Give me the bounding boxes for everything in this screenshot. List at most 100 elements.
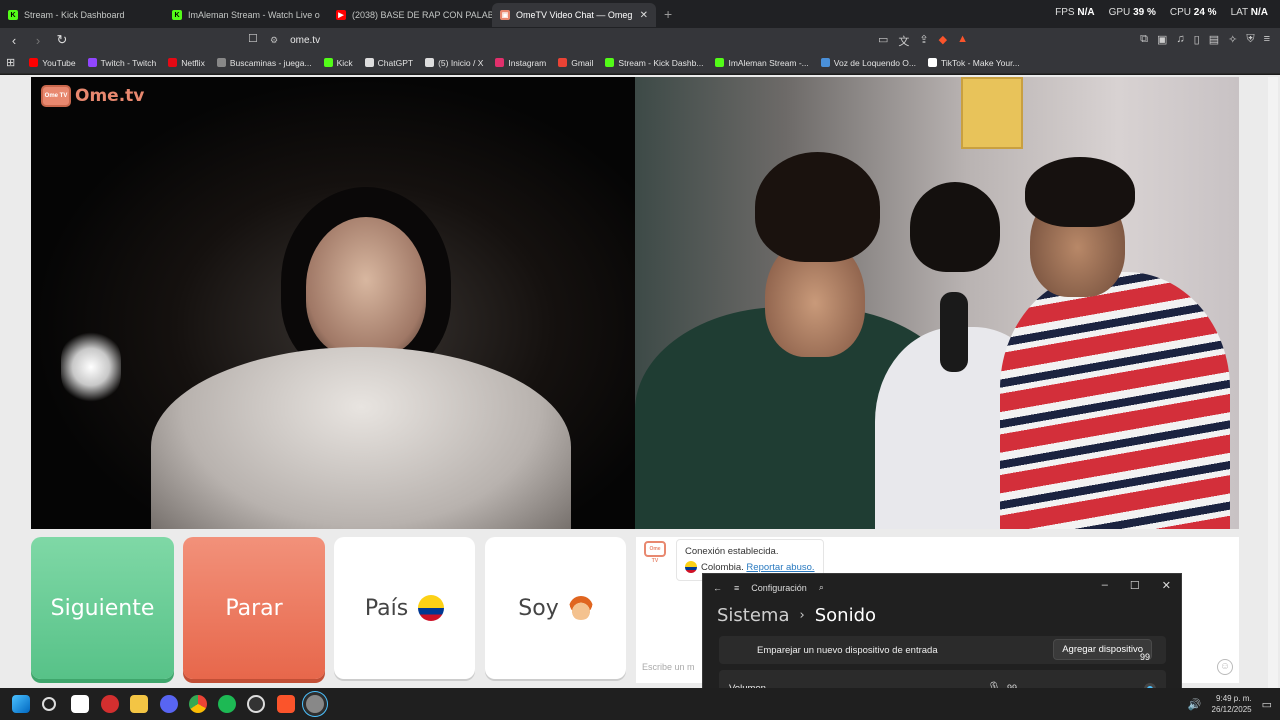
address-bar-actions: ▭ 文 ⇪ ◆ ▲ xyxy=(878,33,968,49)
breadcrumb-sonido: Sonido xyxy=(814,605,877,626)
kick-icon: K xyxy=(172,10,182,20)
person-striped-shirt xyxy=(1000,272,1230,529)
notifications-icon[interactable]: ▭ xyxy=(1262,698,1272,711)
tab-imaleman-stream[interactable]: K ImAleman Stream - Watch Live o xyxy=(164,3,328,27)
stop-label: Parar xyxy=(225,595,283,621)
windows-start-icon[interactable] xyxy=(12,695,30,713)
volume-tray-icon[interactable]: 🔊 xyxy=(1188,698,1202,711)
bookmark-item[interactable]: Twitch - Twitch xyxy=(87,58,156,68)
discord-icon[interactable] xyxy=(160,695,178,713)
bookmark-item[interactable]: Stream - Kick Dashb... xyxy=(605,58,703,68)
emoji-icon[interactable]: ☺ xyxy=(1217,659,1233,675)
forward-icon[interactable]: › xyxy=(28,33,48,48)
menu-icon[interactable]: ≡ xyxy=(1264,33,1270,46)
sidebar-icon[interactable]: ▯ xyxy=(1194,33,1200,46)
bookmark-label: Instagram xyxy=(508,57,547,68)
report-abuse-link[interactable]: Reportar abuso. xyxy=(746,562,814,573)
hamburger-menu-icon[interactable]: ≡ xyxy=(734,583,739,593)
new-tab-button[interactable]: + xyxy=(664,6,672,22)
ometv-chat-icon: Ome TV xyxy=(644,541,666,564)
stranger-face xyxy=(306,217,426,357)
back-icon[interactable]: ‹ xyxy=(4,33,24,48)
settings-gear-icon[interactable] xyxy=(306,695,324,713)
bookmark-item[interactable]: (5) Inicio / X xyxy=(425,58,483,68)
bookmark-favicon-icon xyxy=(495,58,505,67)
site-settings-icon[interactable]: ⚙ xyxy=(270,35,278,46)
breadcrumb-sistema[interactable]: Sistema xyxy=(717,605,790,626)
leo-ai-icon[interactable]: ✧ xyxy=(1228,33,1237,46)
gender-button[interactable]: Soy xyxy=(485,537,626,679)
close-tab-icon[interactable]: ✕ xyxy=(640,10,648,21)
vpn-icon[interactable]: ⛨ xyxy=(1246,33,1254,46)
back-arrow-icon[interactable]: ← xyxy=(713,583,722,593)
settings-title: Configuración xyxy=(751,582,807,593)
bookmark-item[interactable]: Netflix xyxy=(168,58,205,68)
tab-label: (2038) BASE DE RAP CON PALABRAS xyxy=(352,10,492,20)
breadcrumb: Sistema › Sonido xyxy=(717,605,876,626)
poster xyxy=(961,77,1023,149)
bookmark-page-icon[interactable]: ☐ xyxy=(248,32,258,45)
maximize-icon[interactable]: ☐ xyxy=(1130,579,1140,592)
bookmark-item[interactable]: Buscaminas - juega... xyxy=(216,58,312,68)
hair-left xyxy=(755,152,880,262)
wallet-icon[interactable]: ▤ xyxy=(1209,33,1219,46)
hair-middle xyxy=(910,182,1000,272)
page-scrollbar[interactable] xyxy=(1268,77,1278,688)
performance-stats: FPS N/A GPU 39 % CPU 24 % LAT N/A xyxy=(1055,7,1268,18)
clock[interactable]: 9:49 p. m. 26/12/2025 xyxy=(1212,693,1252,715)
bookmark-item[interactable]: Kick xyxy=(323,58,353,68)
chrome-icon[interactable] xyxy=(189,695,207,713)
brave-rewards-icon[interactable]: ▲ xyxy=(957,33,968,49)
next-button[interactable]: Siguiente xyxy=(31,537,174,679)
bookmark-item[interactable]: Voz de Loquendo O... xyxy=(820,58,916,68)
bookmark-favicon-icon xyxy=(168,58,178,67)
brave-shield-icon[interactable]: ◆ xyxy=(939,33,947,49)
tab-youtube-rap[interactable]: ▶ (2038) BASE DE RAP CON PALABRAS xyxy=(328,3,492,27)
translate-icon[interactable]: 文 xyxy=(898,33,909,49)
reload-icon[interactable]: ↻ xyxy=(52,32,72,48)
bookmark-item[interactable]: ImAleman Stream -... xyxy=(715,58,809,68)
window-controls: – ☐ ✕ xyxy=(1102,579,1171,592)
bookmark-item[interactable]: Gmail xyxy=(558,58,593,68)
app-red-icon[interactable] xyxy=(101,695,119,713)
tab-ometv[interactable]: ▣ OmeTV Video Chat — Omeg ✕ xyxy=(492,3,656,27)
cpu-stat: CPU 24 % xyxy=(1169,7,1217,18)
bookmark-item[interactable]: Instagram xyxy=(495,58,546,68)
fps-stat: FPS N/A xyxy=(1055,7,1095,18)
bookmark-item[interactable]: TikTok - Make Your... xyxy=(928,58,1020,68)
chat-input[interactable]: Escribe un m xyxy=(642,662,695,672)
bookmark-item[interactable]: ChatGPT xyxy=(364,58,413,68)
bookmark-favicon-icon xyxy=(715,58,725,67)
bookmark-label: Gmail xyxy=(571,57,594,68)
spotify-icon[interactable] xyxy=(218,695,236,713)
bookmark-favicon-icon xyxy=(87,58,97,67)
boy-avatar-icon xyxy=(568,596,593,620)
add-device-button[interactable]: Agregar dispositivo xyxy=(1053,639,1152,660)
close-icon[interactable]: ✕ xyxy=(1162,579,1171,592)
country-button[interactable]: País xyxy=(334,537,475,679)
tab-kick-dashboard[interactable]: K Stream - Kick Dashboard xyxy=(0,3,164,27)
search-icon[interactable]: ⌕ xyxy=(819,582,824,593)
file-explorer-icon[interactable] xyxy=(130,695,148,713)
ometv-logo-icon: Ome TV xyxy=(41,85,71,107)
obs-icon[interactable] xyxy=(247,695,265,713)
search-taskbar-icon[interactable] xyxy=(42,697,56,711)
bookmark-label: YouTube xyxy=(42,57,76,68)
stop-button[interactable]: Parar xyxy=(183,537,325,679)
store-icon[interactable] xyxy=(71,695,89,713)
bookmark-item[interactable]: YouTube xyxy=(29,57,76,68)
ometv-icon: ▣ xyxy=(500,10,510,20)
cast-icon[interactable]: ▭ xyxy=(878,33,888,49)
browser-toolbar: ‹ › ↻ ☐ ⚙ ome.tv ▭ 文 ⇪ ◆ ▲ ⧉ ▣ ♫ ▯ ▤ ✧ ⛨… xyxy=(0,28,1280,52)
media-icon[interactable]: ♫ xyxy=(1176,33,1184,46)
screenshot-icon[interactable]: ▣ xyxy=(1157,33,1167,46)
apps-grid-icon[interactable]: ⊞ xyxy=(6,56,15,69)
bookmark-favicon-icon xyxy=(558,58,568,67)
minimize-icon[interactable]: – xyxy=(1102,579,1108,592)
share-icon[interactable]: ⇪ xyxy=(919,33,928,49)
bookmark-favicon-icon xyxy=(820,58,830,67)
gender-label: Soy xyxy=(518,595,559,621)
extensions-icon[interactable]: ⧉ xyxy=(1140,33,1148,46)
bookmark-favicon-icon xyxy=(928,58,937,67)
brave-icon[interactable] xyxy=(277,695,295,713)
